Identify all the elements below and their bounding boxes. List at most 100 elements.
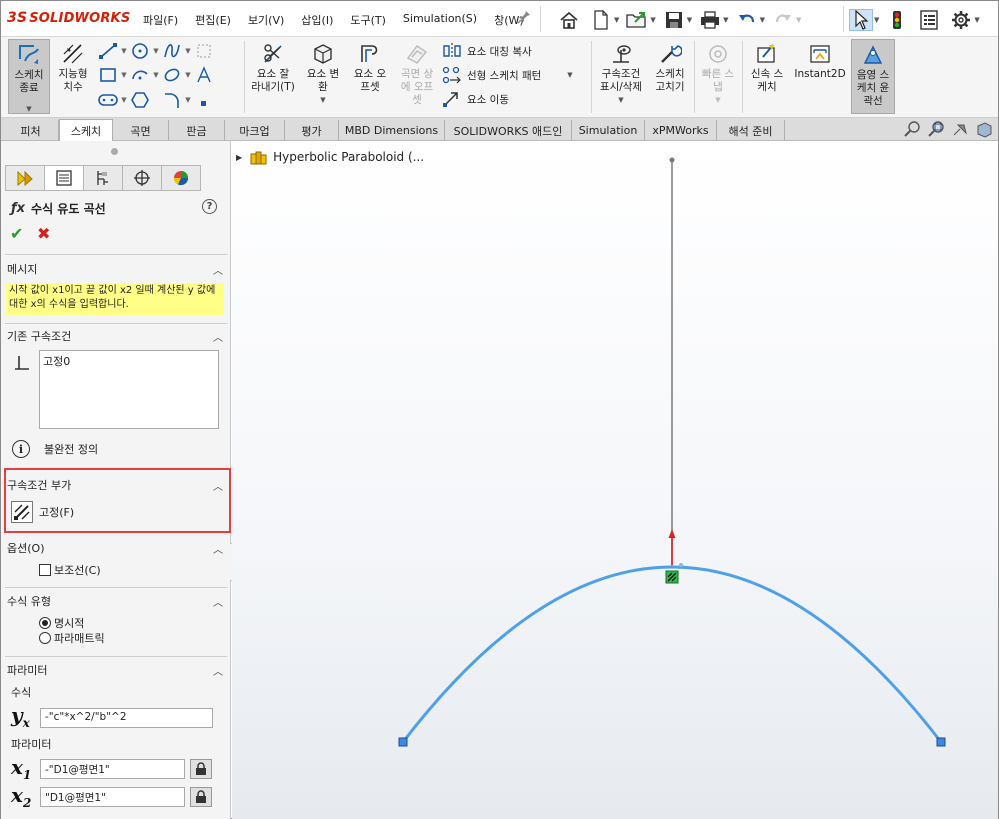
- chevron-up-icon[interactable]: ︿: [213, 594, 223, 609]
- chevron-down-icon[interactable]: ▼: [9, 103, 49, 116]
- help-icon[interactable]: ?: [202, 199, 217, 214]
- tab-simulation[interactable]: Simulation: [572, 120, 645, 141]
- chevron-down-icon[interactable]: ▼: [119, 96, 129, 104]
- chevron-down-icon[interactable]: ▼: [974, 16, 979, 24]
- equation-type-section-header[interactable]: 수식 유형 ︿: [7, 592, 225, 610]
- section-view-icon[interactable]: [974, 120, 994, 138]
- rectangle-icon[interactable]: [97, 65, 119, 85]
- chevron-down-icon[interactable]: ▼: [301, 94, 345, 107]
- home-icon[interactable]: [557, 9, 581, 31]
- offset-entities-button[interactable]: 요소 오 프셋: [348, 39, 392, 94]
- pin-icon[interactable]: [517, 10, 531, 28]
- radio-button-selected[interactable]: [39, 617, 51, 629]
- graphics-area[interactable]: ▶ Hyperbolic Paraboloid (...: [232, 141, 998, 819]
- feature-manager-tab-icon[interactable]: [5, 165, 45, 191]
- point-icon[interactable]: [193, 90, 215, 110]
- menu-file[interactable]: 파일(F): [143, 12, 178, 28]
- explicit-radio[interactable]: 명시적: [39, 615, 84, 631]
- rebuild-traffic-light-icon[interactable]: [885, 9, 909, 31]
- tab-sketch[interactable]: 스케치: [59, 119, 113, 141]
- fix-relation-glyph[interactable]: [665, 570, 679, 584]
- chevron-up-icon[interactable]: ︿: [213, 262, 223, 277]
- trim-entities-button[interactable]: 요소 잘 라내기(T): [249, 39, 297, 94]
- parameters-section-header[interactable]: 파라미터 ︿: [7, 661, 225, 679]
- quick-snaps-button[interactable]: 빠른 스 냅 ▼: [697, 39, 739, 107]
- point-selection-icon[interactable]: [193, 41, 215, 61]
- arc-icon[interactable]: [129, 65, 151, 85]
- tab-sheet-metal[interactable]: 판금: [169, 120, 225, 141]
- smart-dimension-button[interactable]: 지능형 치수: [53, 39, 93, 94]
- previous-view-icon[interactable]: [950, 120, 970, 138]
- vertex-point[interactable]: [679, 563, 683, 567]
- circle-icon[interactable]: [129, 41, 151, 61]
- rapid-sketch-button[interactable]: 신속 스 케치: [746, 39, 788, 94]
- chevron-down-icon[interactable]: ▼: [687, 16, 692, 24]
- chevron-down-icon[interactable]: ▼: [614, 16, 619, 24]
- offset-on-surface-button[interactable]: 곡면 상 에 오프 셋: [395, 39, 439, 107]
- fix-relation-button[interactable]: 고정(F): [11, 501, 74, 523]
- repair-sketch-button[interactable]: 스케치 고치기: [649, 39, 691, 94]
- select-pointer-icon[interactable]: [849, 9, 873, 31]
- line-icon[interactable]: [97, 41, 119, 61]
- redo-icon[interactable]: [771, 9, 795, 31]
- linear-pattern-button[interactable]: 선형 스케치 패턴 ▼: [441, 63, 573, 87]
- chevron-down-icon[interactable]: ▼: [650, 16, 655, 24]
- zoom-to-fit-icon[interactable]: [902, 120, 922, 138]
- panel-resize-handle[interactable]: [111, 148, 118, 155]
- chevron-up-icon[interactable]: ︿: [213, 663, 223, 678]
- chevron-down-icon[interactable]: ▼: [183, 96, 193, 104]
- menu-tools[interactable]: 도구(T): [350, 12, 386, 28]
- chevron-down-icon[interactable]: ▼: [151, 71, 161, 79]
- chevron-down-icon[interactable]: ▼: [874, 16, 879, 24]
- chevron-down-icon[interactable]: ▼: [697, 94, 739, 107]
- solidworks-logo[interactable]: 3S SOLIDWORKS: [7, 10, 130, 26]
- construction-checkbox[interactable]: 보조선(C): [39, 562, 101, 578]
- add-relations-section-header[interactable]: 구속조건 부가 ︿: [7, 476, 225, 494]
- radio-button[interactable]: [39, 632, 51, 644]
- instant2d-button[interactable]: Instant2D: [792, 39, 848, 81]
- convert-entities-button[interactable]: 요소 변 환 ▼: [301, 39, 345, 107]
- exit-sketch-button[interactable]: 스케치 종료 ▼: [8, 39, 50, 114]
- property-manager-tab-icon[interactable]: [44, 165, 84, 191]
- tab-solidworks-addins[interactable]: SOLIDWORKS 애드인: [445, 120, 572, 141]
- sketch-canvas[interactable]: [232, 141, 998, 819]
- options-section-header[interactable]: 옵션(O) ︿: [7, 539, 225, 557]
- polygon-icon[interactable]: [129, 90, 151, 110]
- menu-insert[interactable]: 삽입(I): [301, 12, 333, 28]
- ellipse-icon[interactable]: [161, 65, 183, 85]
- tab-markup[interactable]: 마크업: [225, 120, 285, 141]
- menu-view[interactable]: 보기(V): [248, 12, 284, 28]
- chevron-down-icon[interactable]: ▼: [723, 16, 728, 24]
- tab-analysis-preparation[interactable]: 해석 준비: [717, 120, 785, 141]
- open-folder-icon[interactable]: [625, 9, 649, 31]
- x1-lock-icon[interactable]: [190, 759, 212, 779]
- new-document-icon[interactable]: [589, 9, 613, 31]
- line-endpoint[interactable]: [669, 157, 675, 163]
- gear-icon[interactable]: [949, 9, 973, 31]
- slot-icon[interactable]: [97, 90, 119, 110]
- save-icon[interactable]: [662, 9, 686, 31]
- chevron-down-icon[interactable]: ▼: [760, 16, 765, 24]
- chevron-down-icon[interactable]: ▼: [119, 71, 129, 79]
- tab-surfaces[interactable]: 곡면: [113, 120, 169, 141]
- chevron-up-icon[interactable]: ︿: [213, 329, 223, 344]
- undo-icon[interactable]: [735, 9, 759, 31]
- message-section-header[interactable]: 메시지 ︿: [7, 260, 225, 278]
- parametric-radio[interactable]: 파라매트릭: [39, 630, 105, 646]
- checkbox-box[interactable]: [39, 564, 51, 576]
- text-icon[interactable]: [193, 65, 215, 85]
- file-properties-icon[interactable]: [917, 9, 941, 31]
- chevron-down-icon[interactable]: ▼: [183, 47, 193, 55]
- chevron-down-icon[interactable]: ▼: [119, 47, 129, 55]
- dimxpert-tab-icon[interactable]: [122, 165, 162, 191]
- spline-icon[interactable]: [161, 41, 183, 61]
- zoom-to-area-icon[interactable]: [926, 120, 946, 138]
- existing-relations-list[interactable]: 고정0: [39, 350, 219, 429]
- display-delete-relations-button[interactable]: 구속조건 표시/삭제 ▼: [595, 39, 647, 107]
- shaded-sketch-contours-button[interactable]: 음영 스 케치 윤 곽선: [851, 39, 895, 114]
- list-item[interactable]: 고정0: [43, 353, 215, 369]
- menu-simulation[interactable]: Simulation(S): [403, 12, 477, 28]
- mirror-entities-button[interactable]: 요소 대칭 복사: [441, 39, 573, 63]
- existing-relations-section-header[interactable]: 기존 구속조건 ︿: [7, 327, 225, 345]
- tab-features[interactable]: 피처: [3, 120, 59, 141]
